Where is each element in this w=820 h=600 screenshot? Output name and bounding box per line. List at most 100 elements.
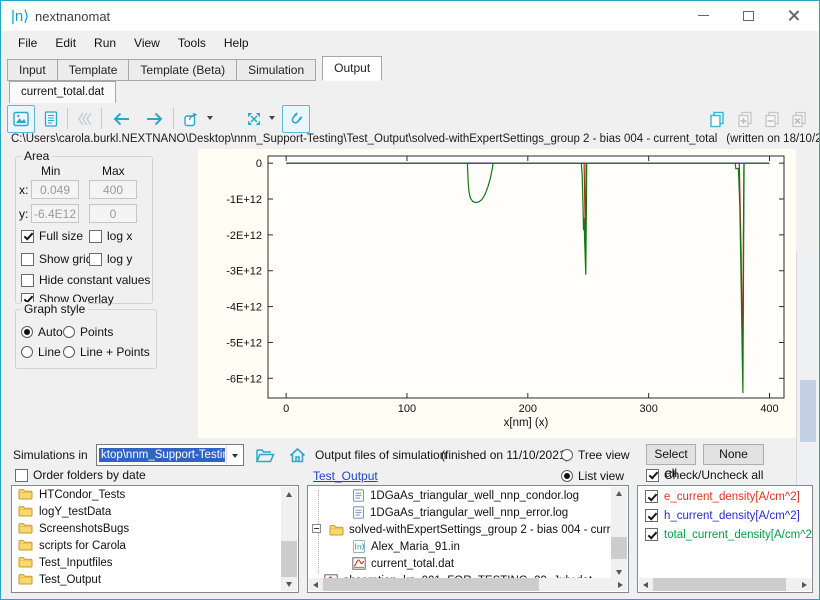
close-page-button-disabled [785,105,813,133]
report-icon [42,110,60,128]
tree-item-1dgaas-triangular-well-nnp-e[interactable]: 1DGaAs_triangular_well_nnp_error.log [308,504,611,521]
menu-item-run[interactable]: Run [85,32,125,56]
quantity-e-current-density-a-cm-2[interactable]: e_current_density[A/cm^2] [638,486,812,505]
tree-item-current-total-dat[interactable]: current_total.dat [308,555,611,572]
scroll-up-button[interactable] [281,487,297,501]
tree-item-alex-maria-91-in[interactable]: nAlex_Maria_91.in [308,538,611,555]
back-button[interactable] [105,105,137,133]
chart-panel[interactable]: 01002003004000-1E+12-2E+12-3E+12-4E+12-5… [198,149,796,438]
radio-auto[interactable]: Auto [21,325,63,339]
y-axis-row-label: y: [19,207,28,221]
list-view-label: List view [578,469,624,483]
scrollbar-thumb[interactable] [323,578,539,591]
magnet-button[interactable] [282,105,310,133]
radio-line[interactable]: Line [21,345,61,359]
checkbox-log-x[interactable]: log x [89,229,132,243]
new-page-button[interactable] [703,105,731,133]
report-button[interactable] [37,105,65,133]
x-min-input[interactable]: 0.049 [31,180,79,199]
folder-item-scripts-for-carola[interactable]: scripts for Carola [12,537,298,554]
tab-input[interactable]: Input [7,59,58,81]
tree-item-1dgaas-triangular-well-nnp-c[interactable]: 1DGaAs_triangular_well_nnp_condor.log [308,487,611,504]
browse-folder-button[interactable] [251,444,279,466]
scroll-right-button[interactable] [614,578,627,591]
input-file-icon: n [352,539,366,554]
tab-output[interactable]: Output [322,56,382,81]
output-files-tree[interactable]: 1DGaAs_triangular_well_nnp_condor.log 1DG… [307,485,629,593]
export-dropdown-caret[interactable] [207,116,213,123]
tab-template[interactable]: Template [58,59,130,81]
select-all-button[interactable]: Select all [646,444,696,465]
checkbox-icon [646,469,659,482]
tree-item-label: 1DGaAs_triangular_well_nnp_error.log [370,507,568,519]
scroll-right-button[interactable] [798,578,811,591]
minimize-button[interactable] [681,1,726,30]
fit-expand-icon [245,110,263,128]
menu-item-help[interactable]: Help [215,32,258,56]
fit-expand-button[interactable] [239,105,269,133]
radio-points[interactable]: Points [63,325,113,339]
combobox-dropdown-button[interactable] [226,445,243,465]
folders-vertical-scrollbar[interactable] [281,487,297,591]
checkbox-full-size[interactable]: Full size [21,229,83,243]
scrollbar-thumb[interactable] [611,537,627,559]
folder-item-logy-testdata[interactable]: logY_testData [12,503,298,520]
simulations-folder-combobox[interactable]: ktop\nnm_Support-Testing [96,444,244,466]
tab-current-total-dat[interactable]: current_total.dat [9,81,116,103]
xy-plot[interactable]: 01002003004000-1E+12-2E+12-3E+12-4E+12-5… [198,149,796,438]
folder-icon [18,539,33,554]
maximize-button[interactable] [726,1,771,30]
menu-item-file[interactable]: File [9,32,46,56]
home-folder-button[interactable] [284,444,310,466]
scrollbar-thumb[interactable] [653,578,786,591]
folder-item-screenshotsbugs[interactable]: ScreenshotsBugs [12,520,298,537]
order-folders-checkbox[interactable]: Order folders by date [15,468,146,482]
tab-simulation[interactable]: Simulation [237,59,316,81]
file-path-text: C:\Users\carola.burkl.NEXTNANO\Desktop\n… [11,133,717,145]
y-tick-label: -1E+12 [226,194,262,206]
menu-item-edit[interactable]: Edit [46,32,85,56]
output-quantities-checklist[interactable]: e_current_density[A/cm^2] h_current_densi… [637,485,813,593]
close-button[interactable] [771,1,816,30]
folder-item-test-output[interactable]: Test_Output [12,571,298,588]
export-button[interactable] [177,105,207,133]
list-view-radio[interactable]: List view [561,469,624,483]
tree-horizontal-scrollbar[interactable] [309,578,627,591]
scroll-left-button[interactable] [639,578,652,591]
order-folders-label: Order folders by date [33,468,146,482]
simulation-folders-list[interactable]: HTCondor_TestslogY_testDataScreenshotsBu… [11,485,299,593]
folder-item-htcondor-tests[interactable]: HTCondor_Tests [12,486,298,503]
scroll-up-button[interactable] [611,487,627,500]
forward-button[interactable] [139,105,171,133]
legend-horizontal-scrollbar[interactable] [639,578,811,591]
scrollbar-thumb[interactable] [281,541,297,577]
check-uncheck-all-checkbox[interactable]: Check/Uncheck all [646,468,763,482]
radio-line-points[interactable]: Line + Points [63,345,150,359]
y-min-input[interactable]: -6.4E12 [31,204,79,223]
plot-image-button[interactable] [7,105,35,133]
menu-item-tools[interactable]: Tools [169,32,215,56]
y-max-input[interactable]: 0 [89,204,137,223]
edge-scroll-thumb[interactable] [800,380,816,442]
quantity-total-current-density-a-cm-2[interactable]: total_current_density[A/cm^2] [638,524,812,543]
x-max-input[interactable]: 400 [89,180,137,199]
scroll-down-button[interactable] [281,577,297,591]
tab-template-beta[interactable]: Template (Beta) [129,59,237,81]
checkbox-show-grid[interactable]: Show grid [21,252,92,266]
test-output-link[interactable]: Test_Output [313,469,378,483]
quantity-h-current-density-a-cm-2[interactable]: h_current_density[A/cm^2] [638,505,812,524]
fit-dropdown-caret[interactable] [269,116,275,123]
scroll-left-button[interactable] [309,578,322,591]
close-icon [788,10,799,21]
folder-item-test-inputfiles[interactable]: Test_Inputfiles [12,554,298,571]
tree-item-solved-withexpertsettings-gr[interactable]: solved-withExpertSettings_group 2 - bias… [308,521,611,538]
none-button[interactable]: None [703,444,764,465]
tree-collapse-button[interactable] [312,524,321,536]
plot-options-panel: Area Min Max x: 0.049 400 y: -6.4E12 0 F… [1,149,199,438]
tree-view-radio[interactable]: Tree view [561,448,630,462]
menu-item-view[interactable]: View [125,32,169,56]
checkbox-log-y[interactable]: log y [89,252,132,266]
checkbox-hide-constant-values[interactable]: Hide constant values [21,273,150,287]
quantity-label: h_current_density[A/cm^2] [664,510,800,522]
tree-vertical-scrollbar[interactable] [611,487,627,579]
